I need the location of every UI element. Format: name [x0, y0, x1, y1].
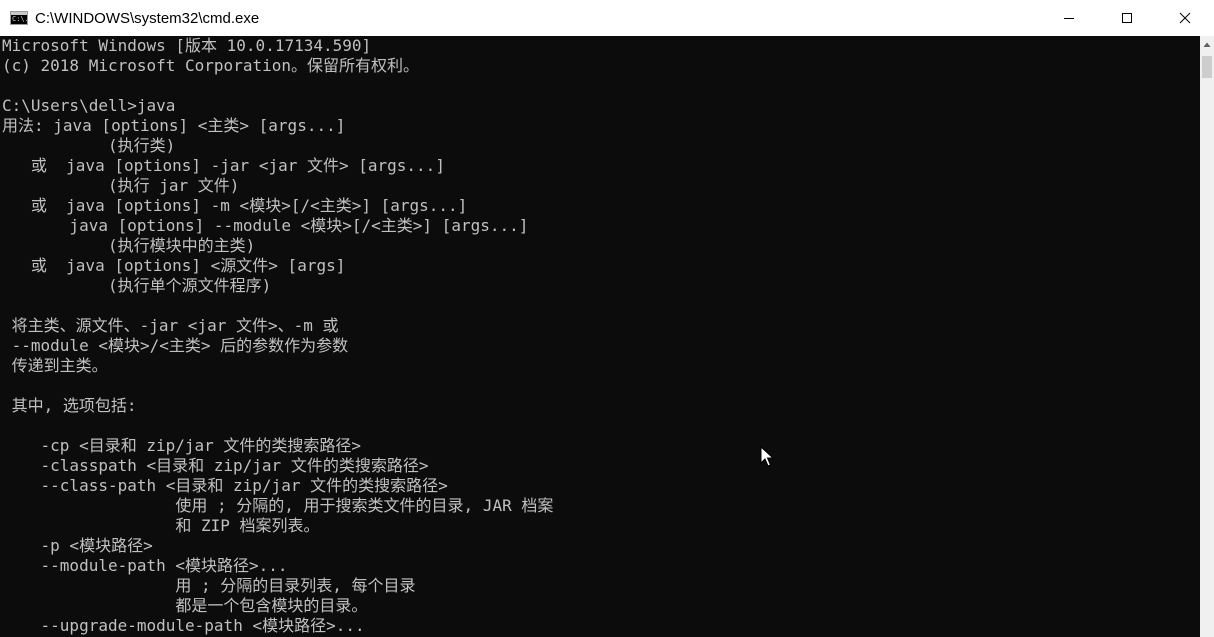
- minimize-icon: [1064, 18, 1074, 19]
- console-line: 用法: java [options] <主类> [args...]: [2, 116, 346, 135]
- scroll-up-button[interactable]: [1200, 36, 1214, 54]
- console-line: --class-path <目录和 zip/jar 文件的类搜索路径>: [2, 476, 448, 495]
- console-line: 或 java [options] -jar <jar 文件> [args...]: [2, 156, 445, 175]
- window-title: C:\WINDOWS\system32\cmd.exe: [35, 9, 260, 27]
- console-line: C:\Users\dell>java: [2, 96, 176, 115]
- console-line: (执行单个源文件程序): [2, 276, 272, 295]
- title-bar[interactable]: C:\. C:\WINDOWS\system32\cmd.exe: [0, 0, 1214, 36]
- console-line: 其中, 选项包括:: [2, 396, 137, 415]
- console-line: 用 ; 分隔的目录列表, 每个目录: [2, 576, 416, 595]
- console-line: (c) 2018 Microsoft Corporation。保留所有权利。: [2, 56, 419, 75]
- cmd-window: C:\. C:\WINDOWS\system32\cmd.exe Microso…: [0, 0, 1214, 637]
- console-line: 使用 ; 分隔的, 用于搜索类文件的目录, JAR 档案: [2, 496, 554, 515]
- console-line: 或 java [options] <源文件> [args]: [2, 256, 346, 275]
- console-line: --module-path <模块路径>...: [2, 556, 288, 575]
- maximize-button[interactable]: [1098, 0, 1156, 36]
- cmd-icon-label: C:\.: [12, 15, 29, 23]
- scroll-up-arrow-icon: [1203, 42, 1211, 47]
- console-line: (执行 jar 文件): [2, 176, 240, 195]
- console-line: --upgrade-module-path <模块路径>...: [2, 616, 365, 635]
- console-output[interactable]: Microsoft Windows [版本 10.0.17134.590] (c)…: [0, 36, 1200, 637]
- vertical-scrollbar[interactable]: [1200, 36, 1214, 637]
- console-line: (执行模块中的主类): [2, 236, 256, 255]
- console-line: 将主类、源文件、-jar <jar 文件>、-m 或: [2, 316, 339, 335]
- console-line: 和 ZIP 档案列表。: [2, 516, 320, 535]
- console-line: 或 java [options] -m <模块>[/<主类>] [args...…: [2, 196, 468, 215]
- window-controls: [1040, 0, 1214, 36]
- console-line: 传递到主类。: [2, 356, 108, 375]
- console-line: 都是一个包含模块的目录。: [2, 596, 368, 615]
- cmd-icon[interactable]: C:\.: [10, 11, 29, 25]
- console-line: java [options] --module <模块>[/<主类>] [arg…: [2, 216, 529, 235]
- console-line: -cp <目录和 zip/jar 文件的类搜索路径>: [2, 436, 362, 455]
- close-icon: [1179, 12, 1191, 24]
- scroll-thumb[interactable]: [1202, 56, 1212, 78]
- minimize-button[interactable]: [1040, 0, 1098, 36]
- console-text: Microsoft Windows [版本 10.0.17134.590] (c)…: [0, 36, 1200, 636]
- maximize-icon: [1122, 13, 1132, 23]
- console-line: --module <模块>/<主类> 后的参数作为参数: [2, 336, 349, 355]
- console-line: -p <模块路径>: [2, 536, 153, 555]
- console-line: -classpath <目录和 zip/jar 文件的类搜索路径>: [2, 456, 429, 475]
- console-line: Microsoft Windows [版本 10.0.17134.590]: [2, 36, 372, 55]
- mouse-cursor-icon: [760, 446, 774, 467]
- console-line: (执行类): [2, 136, 176, 155]
- close-button[interactable]: [1156, 0, 1214, 36]
